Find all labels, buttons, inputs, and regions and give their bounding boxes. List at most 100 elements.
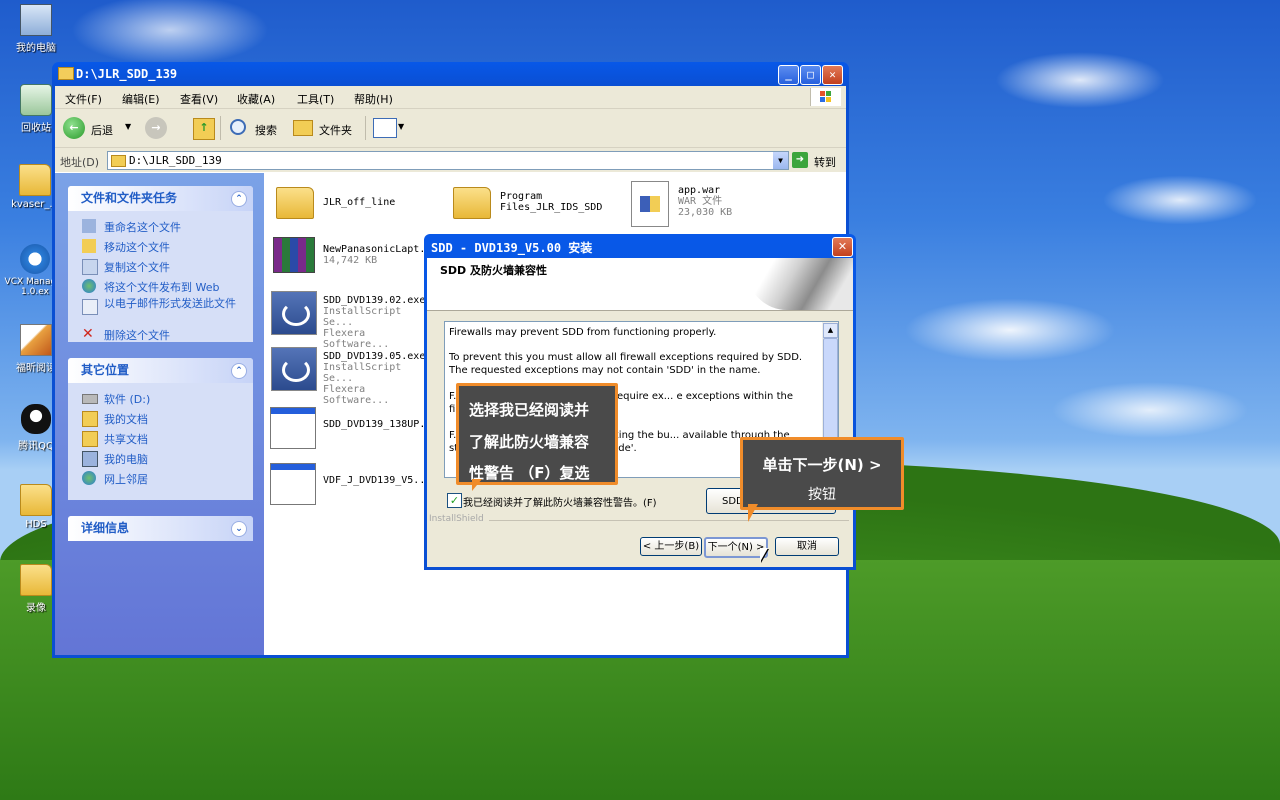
address-input[interactable]: D:\JLR_SDD_139 ▼ [107, 151, 789, 170]
file-item[interactable]: JLR_off_line [273, 181, 433, 227]
installer-icon [271, 291, 317, 335]
forward-button[interactable]: → [145, 117, 167, 139]
folders-button[interactable]: 文件夹 [293, 116, 359, 140]
back-arrow-icon: ← [63, 117, 85, 139]
task-move[interactable]: 移动这个文件 [104, 239, 170, 255]
explorer-titlebar[interactable]: D:\JLR_SDD_139 _ □ ✕ [52, 62, 849, 86]
move-icon [82, 239, 96, 253]
back-button[interactable]: ← 后退 ▼ [63, 116, 133, 140]
menu-tools[interactable]: 工具(T) [297, 91, 334, 107]
place-shared-documents[interactable]: 共享文档 [104, 431, 148, 447]
scroll-up-button[interactable]: ▲ [823, 323, 838, 338]
file-tasks-title: 文件和文件夹任务 [81, 191, 178, 205]
file-item[interactable]: SDD_DVD139.05.exe InstallScript Se... Fl… [271, 347, 431, 406]
installshield-graphic [747, 258, 853, 310]
dialog-close-button[interactable]: ✕ [832, 237, 853, 257]
place-my-documents[interactable]: 我的文档 [104, 411, 148, 427]
file-item[interactable]: app.war WAR 文件 23,030 KB [631, 179, 791, 227]
window-title: D:\JLR_SDD_139 [76, 67, 178, 81]
place-network[interactable]: 网上邻居 [104, 471, 148, 487]
expand-icon[interactable]: ⌄ [231, 521, 247, 537]
web-globe-icon [82, 279, 96, 293]
file-item[interactable]: VDF_J_DVD139_V5... [270, 461, 432, 507]
collapse-icon[interactable]: ⌃ [231, 363, 247, 379]
file-name: JLR_off_line [323, 197, 396, 208]
file-name: app.war [678, 185, 721, 196]
place-my-computer[interactable]: 我的电脑 [104, 451, 148, 467]
email-icon [82, 299, 98, 315]
place-drive-d[interactable]: 软件 (D:) [104, 391, 150, 407]
menu-help[interactable]: 帮助(H) [354, 91, 393, 107]
folders-label: 文件夹 [319, 124, 352, 137]
dialog-header: SDD 及防火墙兼容性 [427, 258, 853, 311]
close-button[interactable]: ✕ [822, 65, 843, 85]
up-folder-icon[interactable]: ↑ [193, 118, 215, 140]
file-item[interactable]: SDD_DVD139.02.exe InstallScript Se... Fl… [271, 291, 431, 350]
file-meta: app.war WAR 文件 23,030 KB [678, 185, 732, 218]
chevron-down-icon: ▼ [398, 122, 405, 131]
acknowledge-checkbox-label[interactable]: 我已经阅读并了解此防火墙兼容性警告。(F) [463, 494, 657, 509]
file-item[interactable]: SDD_DVD139_138UP... [270, 405, 437, 451]
go-label: 转到 [814, 156, 836, 169]
text-paragraph: To prevent this you must allow all firew… [449, 352, 803, 376]
maximize-button[interactable]: □ [800, 65, 821, 85]
search-label: 搜索 [255, 124, 277, 137]
go-button[interactable]: ➜ 转到 [792, 151, 844, 169]
copy-icon [82, 259, 98, 275]
war-file-icon [631, 181, 669, 227]
recycle-bin-icon [20, 84, 52, 116]
file-tasks-group: 文件和文件夹任务 ⌃ 重命名这个文件 移动这个文件 复制这个文件 将这个文件发布到… [68, 186, 253, 342]
file-meta: SDD_DVD139.02.exe InstallScript Se... Fl… [323, 295, 431, 350]
details-group: 详细信息 ⌄ [68, 516, 253, 541]
dialog-header-title: SDD 及防火墙兼容性 [440, 264, 548, 277]
file-name: VDF_J_DVD139_V5... [323, 475, 432, 486]
menu-view[interactable]: 查看(V) [180, 91, 218, 107]
views-icon [373, 118, 397, 138]
task-delete[interactable]: 删除这个文件 [104, 327, 170, 343]
callout-pointer [472, 479, 482, 491]
back-button[interactable]: < 上一步(B) [640, 537, 702, 556]
folder-icon [20, 484, 52, 516]
task-rename[interactable]: 重命名这个文件 [104, 219, 181, 235]
address-dropdown-button[interactable]: ▼ [773, 152, 788, 169]
views-button[interactable]: ▼ [373, 118, 407, 138]
folders-icon [293, 120, 313, 136]
folder-icon [58, 67, 74, 80]
other-places-title: 其它位置 [81, 363, 130, 377]
application-icon [270, 463, 316, 505]
qq-penguin-icon [21, 404, 51, 434]
other-places-header[interactable]: 其它位置 ⌃ [68, 358, 253, 383]
desktop-icon-my-computer[interactable]: 我的电脑 [1, 4, 71, 54]
next-button[interactable]: 下一个(N) > [704, 537, 768, 558]
collapse-icon[interactable]: ⌃ [231, 191, 247, 207]
file-tasks-header[interactable]: 文件和文件夹任务 ⌃ [68, 186, 253, 211]
toolbar-separator [365, 116, 366, 140]
minimize-button[interactable]: _ [778, 65, 799, 85]
callout-click-next: 单击下一步(N) > 按钮 [740, 437, 904, 510]
details-header[interactable]: 详细信息 ⌄ [68, 516, 253, 541]
file-item[interactable]: Program Files_JLR_IDS_SDD [451, 181, 611, 227]
task-email[interactable]: 以电子邮件形式发送此文件 [104, 298, 244, 309]
toolbar: ← 后退 ▼ → ↑ 搜索 文件夹 ▼ [55, 109, 846, 148]
menu-file[interactable]: 文件(F) [65, 91, 102, 107]
search-button[interactable]: 搜索 [227, 116, 285, 140]
folder-icon [20, 564, 52, 596]
task-publish-web[interactable]: 将这个文件发布到 Web [104, 279, 219, 295]
acknowledge-checkbox[interactable]: ✓ [447, 493, 462, 508]
brand-divider [489, 520, 849, 521]
installshield-brand: InstallShield [429, 514, 484, 524]
back-label: 后退 [91, 124, 113, 137]
cancel-button[interactable]: 取消 [775, 537, 839, 556]
file-name: SDD_DVD139.02.exe [323, 295, 426, 306]
desktop-icon-label: 我的电脑 [16, 43, 56, 54]
callout-check-acknowledge: 选择我已经阅读并 了解此防火墙兼容 性警告 （F）复选 [456, 383, 618, 485]
address-label: 地址(D) [60, 156, 100, 169]
menu-favorites[interactable]: 收藏(A) [237, 91, 275, 107]
file-item[interactable]: NewPanasonicLapt... 14,742 KB [273, 235, 437, 279]
callout-line: 按钮 [808, 487, 836, 503]
scroll-thumb[interactable] [823, 338, 838, 450]
menu-edit[interactable]: 编辑(E) [122, 91, 160, 107]
task-copy[interactable]: 复制这个文件 [104, 259, 170, 275]
address-value: D:\JLR_SDD_139 [129, 154, 222, 167]
menu-bar: 文件(F) 编辑(E) 查看(V) 收藏(A) 工具(T) 帮助(H) [55, 86, 846, 109]
